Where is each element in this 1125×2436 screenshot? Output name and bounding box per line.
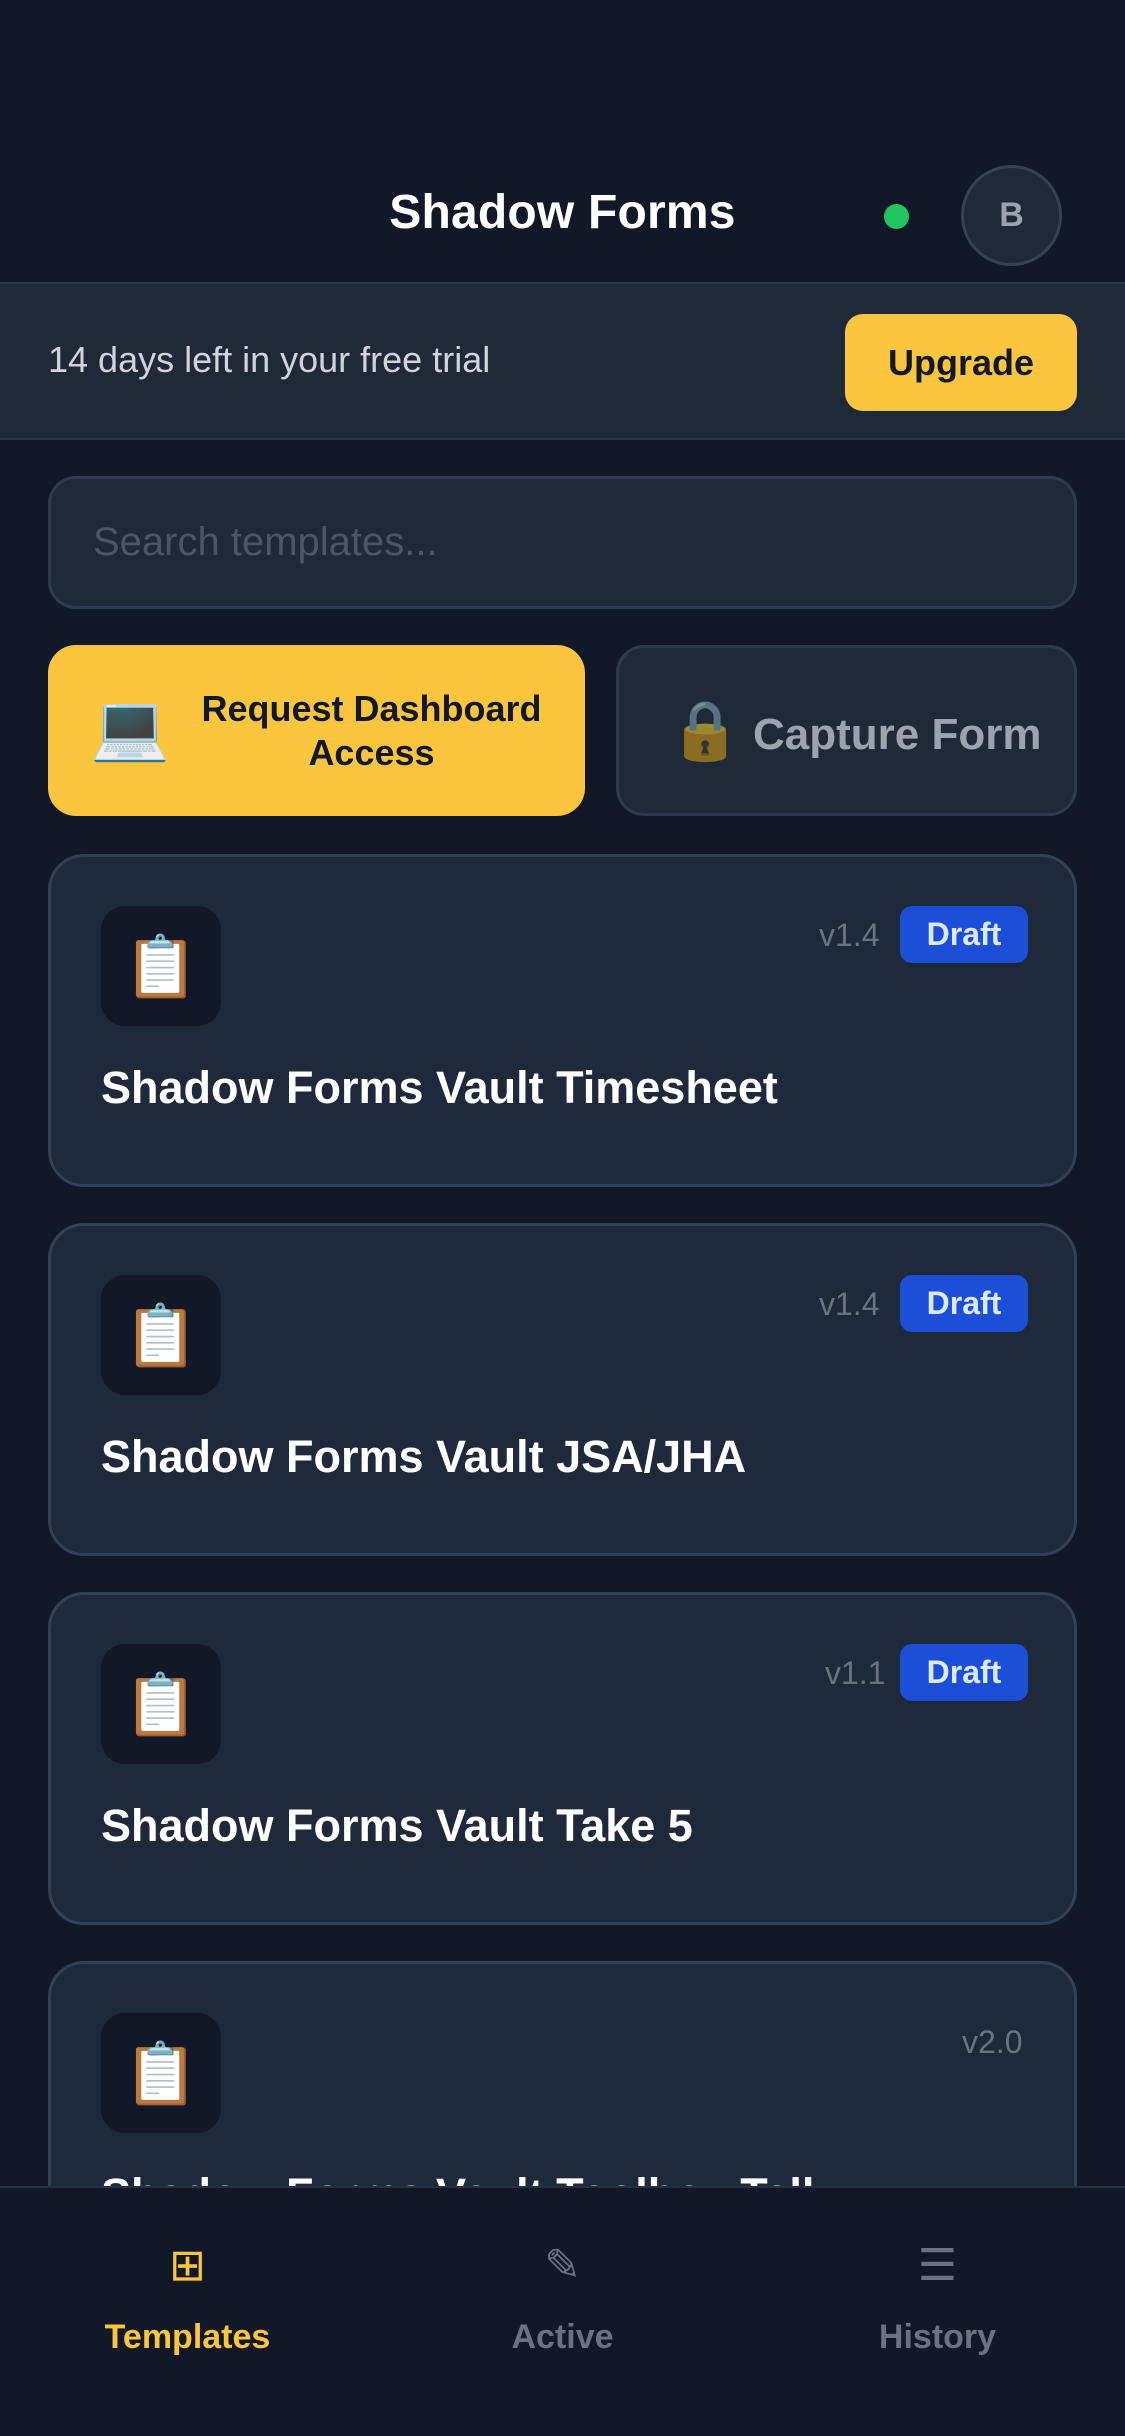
capture-form-label: Capture Form [753, 710, 1042, 759]
template-card[interactable]: 📋 v1.4 Draft Shadow Forms Vault JSA/JHA [48, 1223, 1077, 1556]
user-avatar[interactable]: B [961, 165, 1062, 266]
template-name: Shadow Forms Vault JSA/JHA [101, 1431, 747, 1482]
request-dashboard-access-label: Request Dashboard Access [201, 688, 542, 773]
template-version: v1.1 [825, 1655, 886, 1691]
pencil-icon: ✎ [544, 2241, 581, 2290]
app-title: Shadow Forms [389, 186, 736, 239]
capture-form-button[interactable]: 🔒 Capture Form [616, 645, 1077, 816]
online-status-dot [884, 204, 909, 229]
template-version: v2.0 [962, 2024, 1023, 2060]
request-dashboard-access-button[interactable]: 💻 Request Dashboard Access [48, 645, 585, 816]
upgrade-button[interactable]: Upgrade [845, 314, 1077, 411]
template-name: Shadow Forms Vault Take 5 [101, 1800, 693, 1851]
app-header: Shadow Forms B [0, 0, 1125, 282]
clipboard-icon: 📋 [101, 2013, 221, 2133]
template-card[interactable]: 📋 v1.1 Draft Shadow Forms Vault Take 5 [48, 1592, 1077, 1925]
template-card[interactable]: 📋 v2.0 Shadow Forms Vault Toolbox Talk [48, 1961, 1077, 2186]
nav-tab-history[interactable]: ☰ History [750, 2188, 1125, 2436]
avatar-initial: B [999, 196, 1024, 234]
nav-tab-templates[interactable]: ⊞ Templates [0, 2188, 375, 2436]
grid-icon: ⊞ [169, 2241, 206, 2290]
trial-banner: 14 days left in your free trial Upgrade [0, 282, 1125, 440]
lock-icon: 🔒 [669, 698, 742, 763]
template-name: Shadow Forms Vault Toolbox Talk [101, 2169, 827, 2186]
template-version: v1.4 [819, 1286, 880, 1322]
status-badge: Draft [900, 1644, 1028, 1701]
trial-message: 14 days left in your free trial [48, 339, 491, 380]
laptop-icon: 💻 [90, 691, 170, 763]
status-badge: Draft [900, 1275, 1028, 1332]
nav-tab-label: Active [511, 2318, 614, 2356]
app-screen: Shadow Forms B 14 days left in your free… [0, 0, 1125, 2436]
nav-tab-label: Templates [104, 2318, 271, 2356]
nav-tab-active[interactable]: ✎ Active [375, 2188, 750, 2436]
template-name: Shadow Forms Vault Timesheet [101, 1062, 778, 1113]
clipboard-icon: 📋 [101, 1275, 221, 1395]
template-list[interactable]: Shadow Forms B 14 days left in your free… [0, 0, 1125, 2186]
clipboard-icon: 📋 [101, 906, 221, 1026]
nav-tab-label: History [878, 2318, 997, 2356]
template-card[interactable]: 📋 v1.4 Draft Shadow Forms Vault Timeshee… [48, 854, 1077, 1187]
bottom-nav: ⊞ Templates ✎ Active ☰ History [0, 2186, 1125, 2436]
clipboard-icon: 📋 [101, 1644, 221, 1764]
status-badge: Draft [900, 906, 1028, 963]
list-icon: ☰ [917, 2241, 958, 2290]
template-version: v1.4 [819, 917, 880, 953]
search-templates-input[interactable] [48, 476, 1077, 609]
